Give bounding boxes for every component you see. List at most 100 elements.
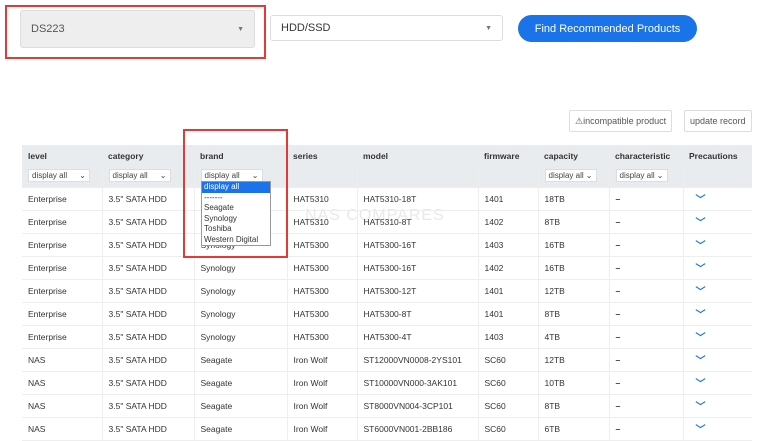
cell-characteristic: – bbox=[609, 417, 684, 441]
brand-option[interactable]: ------- bbox=[202, 193, 270, 204]
type-select-value: HDD/SSD bbox=[281, 22, 331, 34]
compatibility-table: level category brand series model firmware cap… bbox=[22, 145, 752, 441]
table-row: Enterprise3.5" SATA HDDSynologyHAT5300HA… bbox=[22, 302, 752, 326]
chevron-down-icon: ▼ bbox=[485, 24, 492, 32]
chevron-down-icon: ⌄ bbox=[656, 171, 664, 181]
cell-level: Enterprise bbox=[22, 210, 103, 234]
chevron-down-icon[interactable]: ﹀ bbox=[696, 195, 706, 206]
chevron-down-icon[interactable]: ﹀ bbox=[696, 356, 706, 367]
find-recommended-products-button[interactable]: Find Recommended Products bbox=[518, 15, 697, 42]
cell-level: Enterprise bbox=[22, 256, 103, 280]
column-header: level bbox=[22, 145, 102, 165]
cell-characteristic: – bbox=[609, 210, 684, 234]
cell-precautions: ﹀ bbox=[683, 233, 752, 257]
cell-category: 3.5" SATA HDD bbox=[102, 302, 195, 326]
characteristic-filter-select[interactable]: display all ⌄ bbox=[615, 169, 668, 183]
cell-level: NAS bbox=[22, 417, 103, 441]
table-row: Enterprise3.5" SATA HDDSynologyHAT5300HA… bbox=[22, 233, 752, 257]
cell-series: HAT5310 bbox=[287, 187, 358, 211]
cell-series: Iron Wolf bbox=[287, 371, 358, 395]
filter-cell: display all ⌄ bbox=[102, 165, 195, 188]
cell-capacity: 4TB bbox=[538, 325, 610, 349]
cell-precautions: ﹀ bbox=[683, 348, 752, 372]
chevron-down-icon[interactable]: ﹀ bbox=[696, 310, 706, 321]
incompatible-product-button[interactable]: ⚠ incompatible product bbox=[569, 110, 673, 132]
brand-option[interactable]: display all bbox=[202, 182, 270, 193]
cell-brand: Seagate bbox=[194, 371, 288, 395]
cell-brand: Synology bbox=[194, 302, 288, 326]
cell-firmware: 1401 bbox=[478, 279, 539, 303]
model-select[interactable]: DS223 ▼ bbox=[20, 10, 255, 48]
level-filter-select[interactable]: display all ⌄ bbox=[28, 169, 90, 183]
cell-category: 3.5" SATA HDD bbox=[102, 233, 195, 257]
cell-model: HAT5310-18T bbox=[357, 187, 479, 211]
chevron-down-icon[interactable]: ﹀ bbox=[696, 264, 706, 275]
table-row: Enterprise3.5" SATA HDDSynologyHAT5300HA… bbox=[22, 256, 752, 280]
column-header: firmware bbox=[478, 145, 538, 165]
category-filter-select[interactable]: display all ⌄ bbox=[108, 169, 171, 183]
chevron-down-icon[interactable]: ﹀ bbox=[696, 218, 706, 229]
capacity-filter-select[interactable]: display all ⌄ bbox=[544, 169, 597, 183]
cell-model: HAT5300-12T bbox=[357, 279, 479, 303]
cell-level: NAS bbox=[22, 348, 103, 372]
column-header: Precautions bbox=[683, 145, 752, 165]
cell-capacity: 8TB bbox=[538, 210, 610, 234]
chevron-down-icon[interactable]: ﹀ bbox=[696, 287, 706, 298]
cell-category: 3.5" SATA HDD bbox=[102, 279, 195, 303]
cell-characteristic: – bbox=[609, 348, 684, 372]
update-record-button[interactable]: update record bbox=[684, 110, 752, 132]
cell-precautions: ﹀ bbox=[683, 302, 752, 326]
type-select[interactable]: HDD/SSD ▼ bbox=[270, 15, 503, 41]
column-header: characteristic bbox=[609, 145, 683, 165]
column-header: capacity bbox=[538, 145, 609, 165]
filter-value: display all bbox=[112, 171, 148, 181]
cell-capacity: 12TB bbox=[538, 279, 610, 303]
cell-model: HAT5300-4T bbox=[357, 325, 479, 349]
cell-category: 3.5" SATA HDD bbox=[102, 256, 195, 280]
cell-model: HAT5300-8T bbox=[357, 302, 479, 326]
cell-precautions: ﹀ bbox=[683, 417, 752, 441]
brand-option[interactable]: Western Digital bbox=[202, 235, 270, 246]
cell-model: HAT5300-16T bbox=[357, 256, 479, 280]
filter-value: display all bbox=[548, 171, 584, 181]
warning-icon: ⚠ bbox=[575, 115, 584, 126]
cell-precautions: ﹀ bbox=[683, 371, 752, 395]
chevron-down-icon: ⌄ bbox=[79, 171, 86, 181]
brand-option[interactable]: Toshiba bbox=[202, 224, 270, 235]
cell-model: ST12000VN0008-2YS101 bbox=[357, 348, 479, 372]
cell-level: Enterprise bbox=[22, 187, 103, 211]
cell-model: ST6000VN001-2BB186 bbox=[357, 417, 479, 441]
incompatible-label: incompatible product bbox=[583, 116, 667, 126]
chevron-down-icon: ⌄ bbox=[251, 171, 259, 181]
cell-series: Iron Wolf bbox=[287, 348, 358, 372]
chevron-down-icon[interactable]: ﹀ bbox=[696, 333, 706, 344]
chevron-down-icon[interactable]: ﹀ bbox=[696, 379, 706, 390]
filter-cell bbox=[357, 165, 479, 188]
cell-model: HAT5310-8T bbox=[357, 210, 479, 234]
cell-category: 3.5" SATA HDD bbox=[102, 417, 195, 441]
cell-precautions: ﹀ bbox=[683, 394, 752, 418]
cell-capacity: 16TB bbox=[538, 256, 610, 280]
brand-option[interactable]: Seagate bbox=[202, 203, 270, 214]
cell-capacity: 6TB bbox=[538, 417, 610, 441]
table-row: Enterprise3.5" SATA HDD Synology HAT5310HA… bbox=[22, 210, 752, 234]
cell-brand: Synology bbox=[194, 325, 288, 349]
brand-filter-dropdown[interactable]: display all ------- Seagate Synology Toshiba… bbox=[201, 181, 271, 246]
cell-characteristic: – bbox=[609, 279, 684, 303]
cell-capacity: 16TB bbox=[538, 233, 610, 257]
table-row: NAS 3.5" SATA HDD Seagate Iron Wolf ST8000VN… bbox=[22, 394, 752, 418]
cell-firmware: 1401 bbox=[478, 187, 539, 211]
chevron-down-icon[interactable]: ﹀ bbox=[696, 402, 706, 413]
cell-firmware: 1402 bbox=[478, 256, 539, 280]
table-row: Enterprise3.5" SATA HDDSynologyHAT5300HA… bbox=[22, 325, 752, 349]
filter-cell bbox=[287, 165, 358, 188]
cell-characteristic: – bbox=[609, 325, 684, 349]
chevron-down-icon[interactable]: ﹀ bbox=[696, 241, 706, 252]
cell-model: ST8000VN004-3CP101 bbox=[357, 394, 479, 418]
column-header: model bbox=[357, 145, 478, 165]
cell-firmware: 1403 bbox=[478, 233, 539, 257]
cell-series: HAT5300 bbox=[287, 325, 358, 349]
cell-capacity: 18TB bbox=[538, 187, 610, 211]
chevron-down-icon[interactable]: ﹀ bbox=[696, 425, 706, 436]
brand-option[interactable]: Synology bbox=[202, 214, 270, 225]
